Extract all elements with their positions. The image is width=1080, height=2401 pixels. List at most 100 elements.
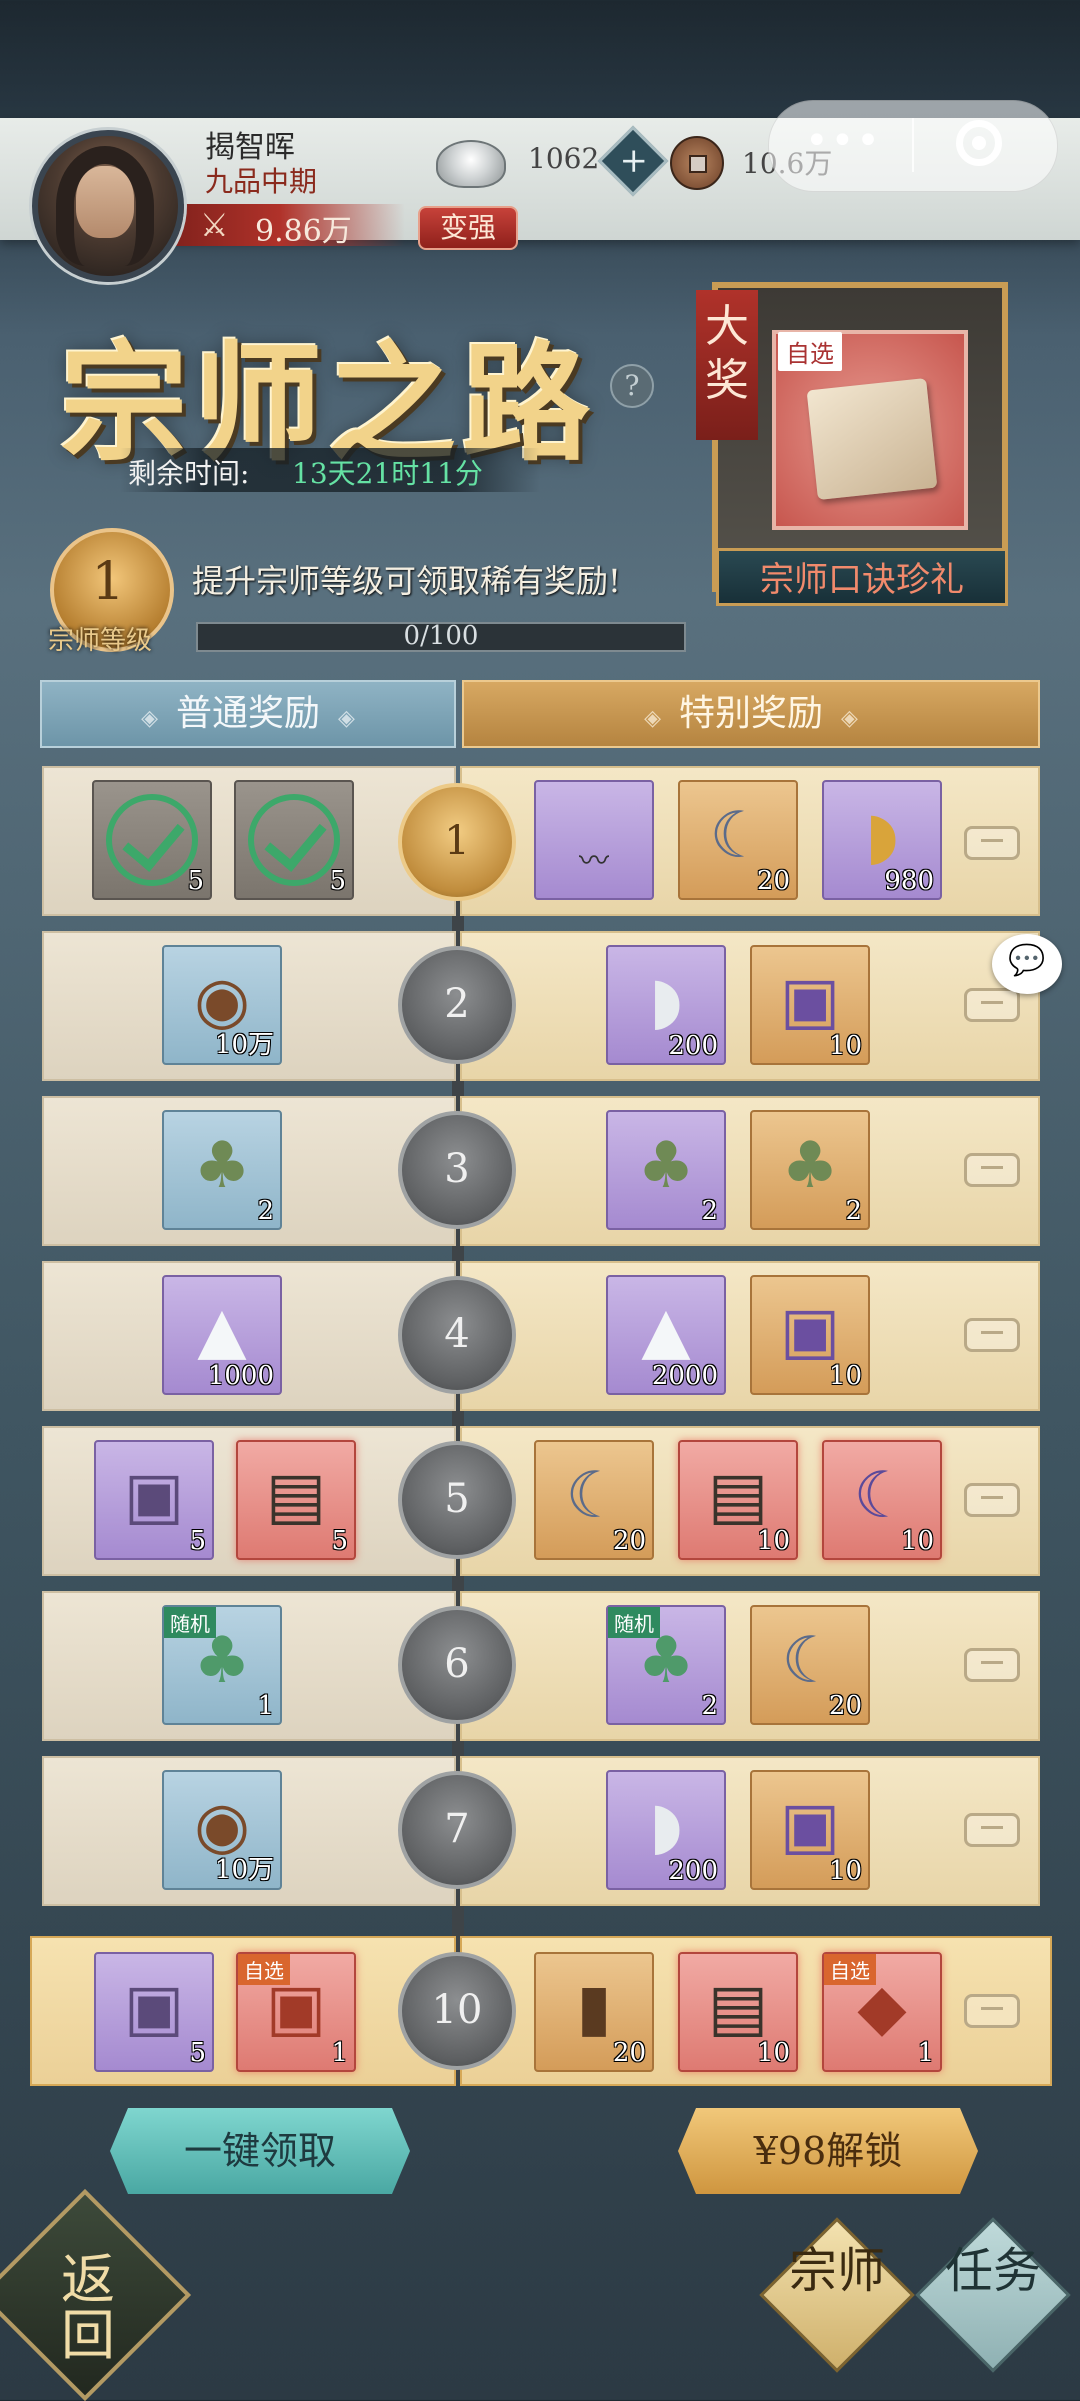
claimed-check-icon bbox=[106, 794, 198, 886]
special-reward-cell: ▲ 2000 ▣ 10 bbox=[460, 1261, 1040, 1411]
reward-item-claimed[interactable]: 5 bbox=[92, 780, 212, 900]
item-qty: 10 bbox=[756, 1526, 790, 1556]
reward-item[interactable]: ♣ 2 bbox=[750, 1110, 870, 1230]
reward-item[interactable]: ▣ 10 bbox=[750, 1770, 870, 1890]
reward-item[interactable]: ◗ 200 bbox=[606, 1770, 726, 1890]
master-level-label: 宗师等级 bbox=[48, 626, 153, 656]
reward-item[interactable]: 随机 ♣ 2 bbox=[606, 1605, 726, 1725]
reward-item[interactable]: 随机 ♣ 1 bbox=[162, 1605, 282, 1725]
help-icon[interactable]: ? bbox=[610, 364, 654, 408]
item-qty: 2 bbox=[845, 1196, 862, 1226]
item-qty: 200 bbox=[668, 1856, 718, 1886]
reward-item[interactable]: 〰 bbox=[534, 780, 654, 900]
silver-ingot-icon bbox=[436, 140, 506, 188]
manual-book-icon: ▤ bbox=[265, 1459, 327, 1533]
normal-reward-cell: ▲ 1000 bbox=[42, 1261, 456, 1411]
title-banner-icon: 〰 bbox=[579, 844, 609, 879]
tab-normal-rewards[interactable]: ◈ 普通奖励 ◈ bbox=[40, 680, 456, 748]
unlock-button[interactable]: ¥98解锁 bbox=[678, 2108, 978, 2194]
level-node: 5 bbox=[398, 1441, 516, 1559]
reward-item[interactable]: 自选 ◆ 1 bbox=[822, 1952, 942, 2072]
item-qty: 2 bbox=[701, 1196, 718, 1226]
talisman-icon: ☾ bbox=[709, 799, 767, 873]
reward-item[interactable]: 自选 ▣ 1 bbox=[236, 1952, 356, 2072]
normal-reward-cell: ♣ 2 bbox=[42, 1096, 456, 1246]
level-node: 7 bbox=[398, 1771, 516, 1889]
item-qty: 10万 bbox=[214, 1030, 274, 1060]
normal-reward-cell: ▣ 5 自选 ▣ 1 bbox=[30, 1936, 456, 2086]
tab-ornament-left: ◈ bbox=[141, 706, 158, 731]
lock-icon bbox=[964, 1318, 1020, 1352]
level-node: 2 bbox=[398, 946, 516, 1064]
reward-item[interactable]: ▤ 10 bbox=[678, 1440, 798, 1560]
item-qty: 5 bbox=[189, 1526, 206, 1556]
reward-item[interactable]: ▲ 2000 bbox=[606, 1275, 726, 1395]
silver-ingot-icon: ◗ bbox=[649, 964, 683, 1038]
item-qty: 10 bbox=[828, 1031, 862, 1061]
lock-icon bbox=[964, 988, 1020, 1022]
reward-item[interactable]: ▮ 20 bbox=[534, 1952, 654, 2072]
reward-item[interactable]: ▣ 10 bbox=[750, 1275, 870, 1395]
reward-item[interactable]: ☾ 20 bbox=[678, 780, 798, 900]
item-qty: 5 bbox=[329, 866, 346, 896]
herb-pouch-icon: ♣ bbox=[781, 1129, 839, 1203]
talisman-icon: ☾ bbox=[565, 1459, 623, 1533]
grand-prize-name: 宗师口诀珍礼 bbox=[760, 560, 964, 600]
reward-item[interactable]: ◉ 10万 bbox=[162, 1770, 282, 1890]
treasure-chest-icon: ▣ bbox=[779, 964, 841, 1038]
reward-item-claimed[interactable]: 5 bbox=[234, 780, 354, 900]
strengthen-button[interactable]: 变强 bbox=[418, 206, 518, 250]
close-miniapp-icon[interactable] bbox=[956, 120, 1002, 166]
treasure-chest-icon: ▣ bbox=[779, 1294, 841, 1368]
manual-book-icon: ▤ bbox=[707, 1971, 769, 2045]
reward-item[interactable]: ☾ 20 bbox=[534, 1440, 654, 1560]
reward-item[interactable]: ▲ 1000 bbox=[162, 1275, 282, 1395]
reward-item[interactable]: ▣ 5 bbox=[94, 1952, 214, 2072]
item-qty: 980 bbox=[884, 866, 934, 896]
exp-progress-text: 0/100 bbox=[403, 621, 479, 651]
reward-item[interactable]: ☾ 20 bbox=[750, 1605, 870, 1725]
talisman-icon: ☾ bbox=[853, 1459, 911, 1533]
lock-icon bbox=[964, 1483, 1020, 1517]
item-qty: 5 bbox=[189, 2038, 206, 2068]
plus-icon: + bbox=[619, 140, 648, 181]
more-menu-icon[interactable]: ••• bbox=[805, 118, 882, 164]
claim-all-button[interactable]: 一键领取 bbox=[110, 2108, 410, 2194]
master-level-value: 1 bbox=[91, 552, 125, 612]
reward-item[interactable]: ♣ 2 bbox=[606, 1110, 726, 1230]
item-qty: 10 bbox=[756, 2038, 790, 2068]
tab-special-label: 特别奖励 bbox=[678, 693, 823, 734]
reward-item[interactable]: ◗ 980 bbox=[822, 780, 942, 900]
herb-pouch-icon: ♣ bbox=[193, 1129, 251, 1203]
lock-icon bbox=[964, 826, 1020, 860]
salt-pile-icon: ▲ bbox=[641, 1294, 691, 1368]
reward-item[interactable]: ☾ 10 bbox=[822, 1440, 942, 1560]
avatar[interactable] bbox=[32, 130, 184, 282]
reward-item[interactable]: ▤ 5 bbox=[236, 1440, 356, 1560]
lock-icon bbox=[964, 1153, 1020, 1187]
reward-item[interactable]: ▣ 10 bbox=[750, 945, 870, 1065]
player-rank: 九品中期 bbox=[205, 165, 318, 198]
reward-item[interactable]: ◗ 200 bbox=[606, 945, 726, 1065]
item-qty: 20 bbox=[756, 866, 790, 896]
normal-reward-cell: ▣ 5 ▤ 5 bbox=[42, 1426, 456, 1576]
reward-item[interactable]: ▤ 10 bbox=[678, 1952, 798, 2072]
item-qty: 5 bbox=[331, 1526, 348, 1556]
reward-item[interactable]: ◉ 10万 bbox=[162, 945, 282, 1065]
item-qty: 1 bbox=[917, 2038, 934, 2068]
chat-bubble-icon[interactable]: 💬 bbox=[992, 934, 1062, 994]
special-reward-cell: 随机 ♣ 2 ☾ 20 bbox=[460, 1591, 1040, 1741]
item-qty: 5 bbox=[187, 866, 204, 896]
power-value: 9.86万 bbox=[255, 214, 352, 249]
lock-icon bbox=[964, 1813, 1020, 1847]
item-qty: 20 bbox=[612, 2038, 646, 2068]
item-qty: 10 bbox=[900, 1526, 934, 1556]
tab-ornament-right: ◈ bbox=[841, 706, 858, 731]
reward-item[interactable]: ♣ 2 bbox=[162, 1110, 282, 1230]
ornate-chest-icon: ◆ bbox=[857, 1971, 907, 2045]
lock-icon bbox=[964, 1994, 1020, 2028]
timer-label: 剩余时间: bbox=[128, 457, 250, 490]
reward-item[interactable]: ▣ 5 bbox=[94, 1440, 214, 1560]
normal-reward-cell: ◉ 10万 bbox=[42, 1756, 456, 1906]
tab-special-rewards[interactable]: ◈ 特别奖励 ◈ bbox=[462, 680, 1040, 748]
